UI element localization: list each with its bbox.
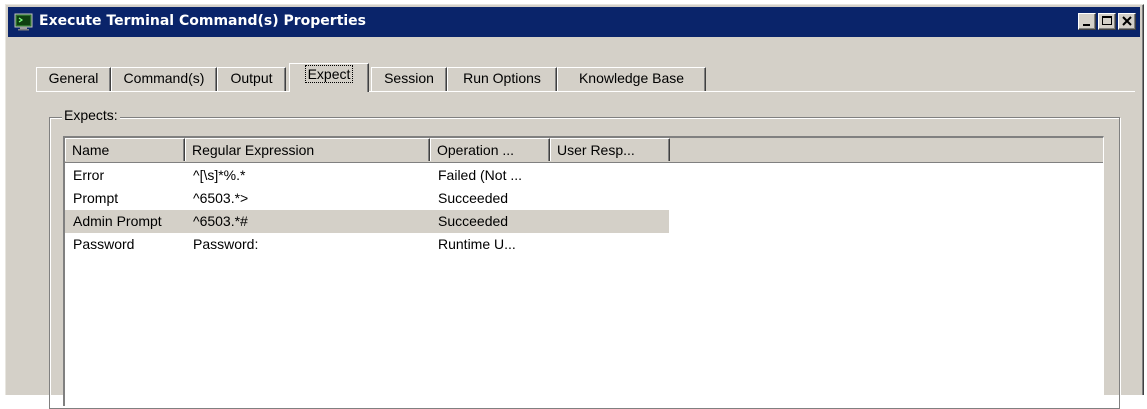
column-header-name[interactable]: Name [65, 138, 185, 161]
list-header: Name Regular Expression Operation ... Us… [65, 138, 1103, 163]
tab-session[interactable]: Session [371, 67, 447, 91]
tab-label: Run Options [463, 70, 541, 86]
close-button[interactable] [1118, 13, 1136, 30]
table-row-selected[interactable]: Admin Prompt ^6503.*# Succeeded [65, 210, 669, 233]
tab-output[interactable]: Output [217, 67, 286, 91]
cell-regex: ^6503.*# [193, 213, 248, 229]
cell-name: Prompt [73, 190, 119, 206]
table-row[interactable]: Prompt ^6503.*> Succeeded [65, 187, 669, 210]
cell-operation: Failed (Not ... [438, 167, 523, 183]
tab-label: General [48, 70, 99, 86]
tab-label: Knowledge Base [578, 70, 685, 86]
column-header-regular-expression[interactable]: Regular Expression [185, 138, 430, 161]
tab-label: Session [384, 70, 434, 86]
tab-commands[interactable]: Command(s) [111, 67, 217, 91]
tab-expect[interactable]: Expect [289, 63, 369, 92]
expects-list[interactable]: Name Regular Expression Operation ... Us… [63, 136, 1104, 406]
cell-name: Admin Prompt [73, 213, 162, 229]
tab-run-options[interactable]: Run Options [447, 67, 557, 91]
minimize-button[interactable] [1078, 13, 1096, 30]
cell-regex: ^[\s]*%.* [193, 167, 246, 183]
close-icon [1122, 16, 1132, 26]
tab-label: Command(s) [123, 70, 205, 86]
tab-general[interactable]: General [36, 67, 111, 91]
expects-group-label: Expects: [62, 107, 120, 123]
title-bar[interactable]: Execute Terminal Command(s) Properties [8, 7, 1140, 37]
tab-label: Output [230, 70, 273, 86]
tab-panel-border [36, 91, 1135, 92]
cell-regex: Password: [193, 236, 259, 252]
column-header-operation[interactable]: Operation ... [430, 138, 550, 161]
terminal-icon [14, 13, 33, 31]
tab-knowledge-base[interactable]: Knowledge Base [557, 67, 706, 91]
cell-regex: ^6503.*> [193, 190, 249, 206]
maximize-icon [1102, 16, 1112, 25]
column-header-user-response[interactable]: User Resp... [550, 138, 670, 161]
tab-label: Expect [304, 65, 354, 83]
minimize-icon [1083, 24, 1090, 26]
table-row[interactable]: Error ^[\s]*%.* Failed (Not ... [65, 164, 669, 187]
cell-name: Error [73, 167, 105, 183]
cell-operation: Runtime U... [438, 236, 516, 252]
table-row[interactable]: Password Password: Runtime U... [65, 233, 669, 256]
cell-operation: Succeeded [438, 190, 509, 206]
window-title: Execute Terminal Command(s) Properties [39, 13, 367, 29]
maximize-button[interactable] [1098, 13, 1116, 30]
cell-operation: Succeeded [438, 213, 509, 229]
cell-name: Password [73, 236, 135, 252]
